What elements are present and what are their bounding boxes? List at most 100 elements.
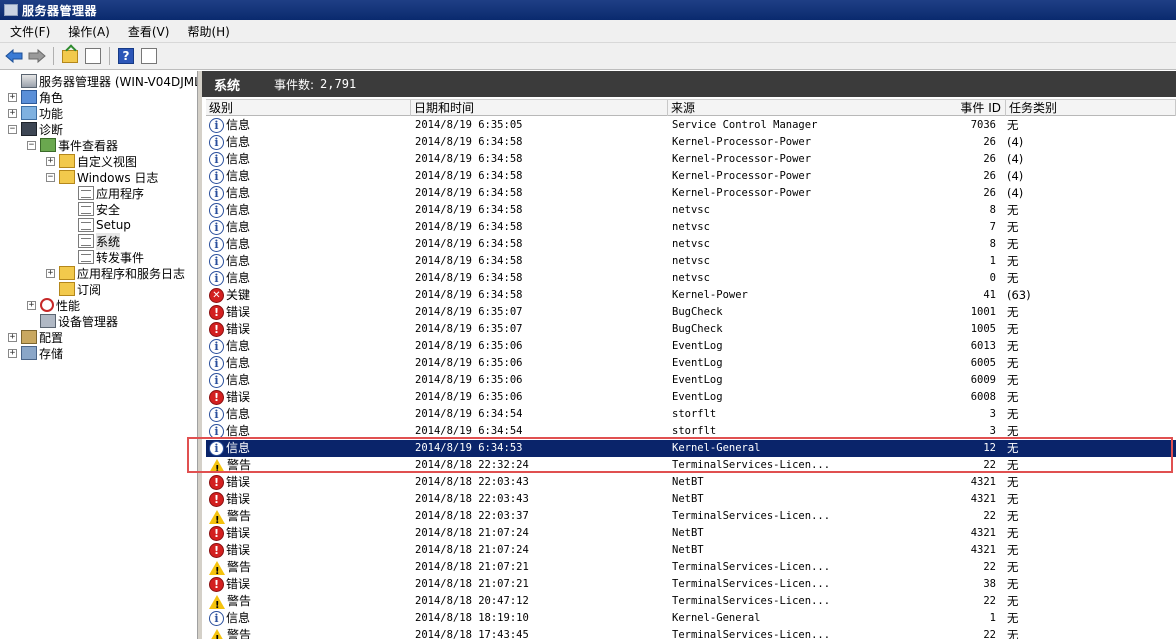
table-row[interactable]: ! 错误 2014/8/18 22:03:43 NetBT 4321 无 (206, 491, 1176, 508)
expand-icon[interactable]: + (46, 156, 55, 166)
level-label: 信息 (226, 169, 251, 183)
toolbar: ? (0, 43, 1176, 70)
table-row[interactable]: ! 错误 2014/8/18 22:03:43 NetBT 4321 无 (206, 474, 1176, 491)
expand-icon[interactable]: + (8, 92, 17, 102)
tree-item[interactable]: + 应用程序和服务日志 (46, 265, 185, 281)
tree-item[interactable]: + 存储 (8, 345, 63, 361)
tree-item[interactable]: + 角色 (8, 89, 63, 105)
table-row[interactable]: i 信息 2014/8/19 6:34:58 Kernel-Processor-Pow… (206, 168, 1176, 185)
level-cell: i 信息 (209, 185, 409, 202)
error-icon: ! (209, 577, 224, 592)
show-hide-tree-button[interactable] (83, 46, 103, 66)
column-event-id[interactable]: 事件 ID (926, 100, 1006, 116)
column-date-time[interactable]: 日期和时间 (411, 100, 668, 116)
level-label: 信息 (226, 220, 251, 234)
table-row[interactable]: i 信息 2014/8/18 18:19:10 Kernel-General 1 无 (206, 610, 1176, 627)
tree-item[interactable]: 服务器管理器 (WIN-V04DJMLR70 (8, 73, 197, 89)
table-row[interactable]: i 信息 2014/8/19 6:35:05 Service Control Mana… (206, 117, 1176, 134)
event-id-cell: 26 (983, 153, 996, 165)
expand-icon[interactable]: + (8, 108, 17, 118)
tree-item[interactable]: + 自定义视图 (46, 153, 137, 169)
tree-item[interactable]: 转发事件 (65, 249, 144, 265)
column-task-category[interactable]: 任务类别 (1006, 100, 1176, 116)
task-category-cell: 无 (1007, 271, 1019, 285)
event-id-cell: 6013 (970, 340, 996, 352)
collapse-icon[interactable]: − (46, 172, 55, 182)
tree-item[interactable]: 应用程序 (65, 185, 144, 201)
expand-icon[interactable]: + (8, 332, 17, 342)
toolbar-separator (53, 47, 54, 65)
up-one-level-button[interactable] (60, 46, 80, 66)
table-row[interactable]: ! 警告 2014/8/18 21:07:21 TerminalServices-Li… (206, 559, 1176, 576)
table-row[interactable]: i 信息 2014/8/19 6:34:58 Kernel-Processor-Pow… (206, 151, 1176, 168)
level-cell: i 信息 (209, 253, 409, 270)
table-row[interactable]: ! 警告 2014/8/18 22:32:24 TerminalServices-Li… (206, 457, 1176, 474)
table-row[interactable]: ! 警告 2014/8/18 17:43:45 TerminalServices-Li… (206, 627, 1176, 639)
table-row[interactable]: i 信息 2014/8/19 6:35:06 EventLog 6009 无 (206, 372, 1176, 389)
expand-icon[interactable]: + (8, 348, 17, 358)
table-row[interactable]: i 信息 2014/8/19 6:34:58 Kernel-Processor-Pow… (206, 134, 1176, 151)
table-row[interactable]: ! 错误 2014/8/19 6:35:06 EventLog 6008 无 (206, 389, 1176, 406)
collapse-icon[interactable]: − (8, 124, 17, 134)
error-icon: ! (209, 526, 224, 541)
table-row[interactable]: i 信息 2014/8/19 6:34:53 Kernel-General 12 无 (206, 440, 1176, 457)
tree-item[interactable]: + 功能 (8, 105, 63, 121)
tree-item[interactable]: 系统 (65, 232, 121, 250)
table-row[interactable]: ✕ 关键 2014/8/19 6:34:58 Kernel-Power 41 (63) (206, 287, 1176, 304)
table-row[interactable]: ! 错误 2014/8/18 21:07:24 NetBT 4321 无 (206, 525, 1176, 542)
event-count-label: 事件数: (274, 77, 315, 92)
tree-item[interactable]: 订阅 (46, 281, 101, 297)
tree-item[interactable]: 设备管理器 (27, 313, 118, 329)
table-row[interactable]: ! 错误 2014/8/18 21:07:24 NetBT 4321 无 (206, 542, 1176, 559)
tree-item[interactable]: 安全 (65, 201, 120, 217)
collapse-icon[interactable]: − (27, 140, 36, 150)
table-row[interactable]: i 信息 2014/8/19 6:35:06 EventLog 6005 无 (206, 355, 1176, 372)
table-row[interactable]: i 信息 2014/8/19 6:34:58 netvsc 0 无 (206, 270, 1176, 287)
table-row[interactable]: ! 警告 2014/8/18 22:03:37 TerminalServices-Li… (206, 508, 1176, 525)
back-button[interactable] (4, 46, 24, 66)
tree-item[interactable]: − Windows 日志 (46, 169, 158, 185)
help-button[interactable]: ? (116, 46, 136, 66)
level-label: 信息 (226, 339, 251, 353)
table-row[interactable]: i 信息 2014/8/19 6:34:54 storflt 3 无 (206, 406, 1176, 423)
task-category-cell: 无 (1007, 509, 1019, 523)
show-action-pane-button[interactable] (139, 46, 159, 66)
level-cell: ! 警告 (209, 508, 409, 525)
column-source[interactable]: 来源 (668, 100, 868, 116)
tree-item[interactable]: Setup (65, 217, 131, 233)
table-row[interactable]: i 信息 2014/8/19 6:34:58 Kernel-Processor-Pow… (206, 185, 1176, 202)
log-icon (78, 186, 94, 200)
table-row[interactable]: ! 错误 2014/8/19 6:35:07 BugCheck 1005 无 (206, 321, 1176, 338)
table-row[interactable]: i 信息 2014/8/19 6:34:58 netvsc 7 无 (206, 219, 1176, 236)
table-row[interactable]: i 信息 2014/8/19 6:34:54 storflt 3 无 (206, 423, 1176, 440)
table-row[interactable]: ! 错误 2014/8/18 21:07:21 TerminalServices-Li… (206, 576, 1176, 593)
window-title: 服务器管理器 (22, 3, 98, 18)
menu-help[interactable]: 帮助(H) (177, 23, 237, 40)
table-row[interactable]: i 信息 2014/8/19 6:35:06 EventLog 6013 无 (206, 338, 1176, 355)
table-row[interactable]: ! 警告 2014/8/18 20:47:12 TerminalServices-Li… (206, 593, 1176, 610)
column-level[interactable]: 级别 (206, 100, 411, 116)
tree-item[interactable]: − 事件查看器 (27, 137, 118, 153)
tree-item[interactable]: − 诊断 (8, 121, 63, 137)
date-cell: 2014/8/19 6:34:54 (415, 408, 523, 420)
tree-item[interactable]: + 性能 (27, 297, 80, 313)
event-id-cell: 3 (989, 408, 996, 420)
table-row[interactable]: i 信息 2014/8/19 6:34:58 netvsc 1 无 (206, 253, 1176, 270)
forward-button[interactable] (27, 46, 47, 66)
action-pane-icon (141, 48, 157, 64)
menu-action[interactable]: 操作(A) (58, 23, 118, 40)
menu-file[interactable]: 文件(F) (0, 23, 58, 40)
info-icon: i (209, 271, 224, 286)
table-row[interactable]: i 信息 2014/8/19 6:34:58 netvsc 8 无 (206, 236, 1176, 253)
navigation-tree[interactable]: 服务器管理器 (WIN-V04DJMLR70+角色+功能−诊断−事件查看器+自定… (0, 71, 197, 639)
expand-icon[interactable]: + (46, 268, 55, 278)
level-label: 警告 (227, 458, 252, 472)
tree-item[interactable]: + 配置 (8, 329, 63, 345)
table-row[interactable]: ! 错误 2014/8/19 6:35:07 BugCheck 1001 无 (206, 304, 1176, 321)
expand-icon[interactable]: + (27, 300, 36, 310)
tree-item-label: 存储 (39, 346, 64, 361)
menu-view[interactable]: 查看(V) (118, 23, 178, 40)
table-row[interactable]: i 信息 2014/8/19 6:34:58 netvsc 8 无 (206, 202, 1176, 219)
date-cell: 2014/8/18 22:03:43 (415, 476, 529, 488)
level-label: 警告 (227, 560, 252, 574)
